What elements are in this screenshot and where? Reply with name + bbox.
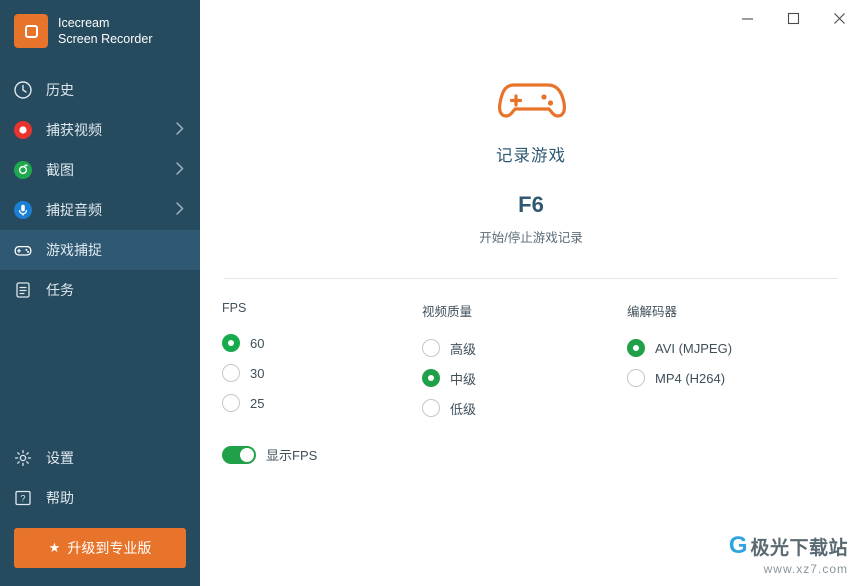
sidebar-nav: 历史 捕获视频 截图 捕捉音频 游戏捕捉 任务 bbox=[0, 70, 200, 310]
star-icon: ★ bbox=[48, 540, 61, 555]
sidebar-item-label: 历史 bbox=[46, 82, 74, 98]
help-icon: ? bbox=[12, 487, 34, 509]
settings-section: FPS 60 30 25 视频质量 高级 中级 低级 编解码器 AVI (MJP… bbox=[200, 279, 862, 423]
sidebar-item-settings[interactable]: 设置 bbox=[0, 438, 200, 478]
sidebar-item-label: 游戏捕捉 bbox=[46, 242, 102, 258]
hotkey-description: 开始/停止游戏记录 bbox=[479, 231, 583, 245]
hotkey-label: F6 bbox=[518, 192, 544, 217]
fps-option-60[interactable]: 60 bbox=[222, 328, 422, 358]
svg-text:?: ? bbox=[20, 494, 25, 504]
radio-indicator bbox=[422, 339, 440, 357]
brand-line2: Screen Recorder bbox=[58, 32, 153, 46]
fps-group: FPS 60 30 25 bbox=[222, 301, 422, 423]
camera-icon bbox=[12, 159, 34, 181]
chevron-right-icon bbox=[176, 162, 184, 178]
sidebar-bottom: 设置 ? 帮助 ★ 升级到专业版 bbox=[0, 438, 200, 586]
gamepad-large-icon bbox=[200, 72, 862, 128]
chevron-right-icon bbox=[176, 202, 184, 218]
radio-indicator bbox=[422, 399, 440, 417]
close-button[interactable] bbox=[816, 0, 862, 36]
microphone-icon bbox=[12, 199, 34, 221]
quality-option-medium[interactable]: 中级 bbox=[422, 363, 627, 393]
brand-line1: Icecream bbox=[58, 16, 110, 30]
clock-icon bbox=[12, 79, 34, 101]
radio-label: AVI (MJPEG) bbox=[655, 340, 733, 356]
radio-indicator bbox=[222, 334, 240, 352]
hero-title: 记录游戏 bbox=[496, 147, 566, 165]
radio-indicator bbox=[627, 369, 645, 387]
sidebar-item-label: 截图 bbox=[46, 162, 74, 178]
watermark-text: 极光下载站 bbox=[750, 537, 848, 559]
sidebar-item-label: 捕捉音频 bbox=[46, 202, 102, 218]
sidebar-item-capture-audio[interactable]: 捕捉音频 bbox=[0, 190, 200, 230]
radio-indicator bbox=[222, 364, 240, 382]
sidebar-item-label: 帮助 bbox=[46, 490, 74, 506]
quality-option-low[interactable]: 低级 bbox=[422, 393, 627, 423]
window-controls bbox=[724, 0, 862, 40]
codec-group-title: 编解码器 bbox=[627, 305, 678, 319]
chevron-right-icon bbox=[176, 122, 184, 138]
radio-indicator bbox=[422, 369, 440, 387]
brand: Icecream Screen Recorder bbox=[0, 0, 200, 62]
sidebar-item-tasks[interactable]: 任务 bbox=[0, 270, 200, 310]
app-window: Icecream Screen Recorder 历史 捕获视频 截图 捕捉音频… bbox=[0, 0, 862, 586]
radio-label: 中级 bbox=[450, 371, 477, 387]
quality-group-title: 视频质量 bbox=[422, 305, 473, 319]
watermark: G 极光下载站 www.xz7.com bbox=[729, 532, 848, 576]
sidebar-item-help[interactable]: ? 帮助 bbox=[0, 478, 200, 518]
show-fps-row[interactable]: 显示FPS bbox=[222, 445, 862, 464]
radio-label: MP4 (H264) bbox=[655, 370, 726, 386]
main-content: 记录游戏 F6 开始/停止游戏记录 FPS 60 30 25 视频质量 高级 中… bbox=[200, 0, 862, 586]
minimize-button[interactable] bbox=[724, 0, 770, 36]
gear-icon bbox=[12, 447, 34, 469]
watermark-logo: G bbox=[728, 532, 748, 559]
sidebar-item-label: 捕获视频 bbox=[46, 122, 102, 138]
tasks-icon bbox=[12, 279, 34, 301]
sidebar-item-label: 任务 bbox=[46, 282, 74, 298]
sidebar-item-label: 设置 bbox=[46, 450, 74, 466]
radio-label: 30 bbox=[250, 365, 265, 381]
quality-group: 视频质量 高级 中级 低级 bbox=[422, 301, 627, 423]
radio-label: 高级 bbox=[450, 341, 477, 357]
sidebar-item-capture-video[interactable]: 捕获视频 bbox=[0, 110, 200, 150]
upgrade-button-label: 升级到专业版 bbox=[67, 540, 152, 556]
sidebar-item-screenshot[interactable]: 截图 bbox=[0, 150, 200, 190]
gamepad-icon bbox=[12, 239, 34, 261]
sidebar-item-game-capture[interactable]: 游戏捕捉 bbox=[0, 230, 200, 270]
watermark-url: www.xz7.com bbox=[763, 562, 848, 576]
radio-label: 60 bbox=[250, 335, 265, 351]
show-fps-label: 显示FPS bbox=[266, 448, 318, 463]
record-circle-icon bbox=[12, 119, 34, 141]
sidebar-item-history[interactable]: 历史 bbox=[0, 70, 200, 110]
codec-option-avi[interactable]: AVI (MJPEG) bbox=[627, 333, 732, 363]
show-fps-toggle[interactable] bbox=[222, 445, 256, 464]
radio-indicator bbox=[627, 339, 645, 357]
fps-group-title: FPS bbox=[222, 301, 247, 315]
radio-label: 25 bbox=[250, 395, 265, 411]
app-logo-icon bbox=[14, 14, 48, 48]
brand-text: Icecream Screen Recorder bbox=[58, 15, 153, 47]
codec-group: 编解码器 AVI (MJPEG) MP4 (H264) bbox=[627, 301, 732, 423]
sidebar: Icecream Screen Recorder 历史 捕获视频 截图 捕捉音频… bbox=[0, 0, 200, 586]
radio-label: 低级 bbox=[450, 401, 477, 417]
maximize-button[interactable] bbox=[770, 0, 816, 36]
fps-option-25[interactable]: 25 bbox=[222, 388, 422, 418]
quality-option-high[interactable]: 高级 bbox=[422, 333, 627, 363]
fps-option-30[interactable]: 30 bbox=[222, 358, 422, 388]
upgrade-button[interactable]: ★ 升级到专业版 bbox=[14, 528, 186, 568]
codec-option-mp4[interactable]: MP4 (H264) bbox=[627, 363, 732, 393]
radio-indicator bbox=[222, 394, 240, 412]
